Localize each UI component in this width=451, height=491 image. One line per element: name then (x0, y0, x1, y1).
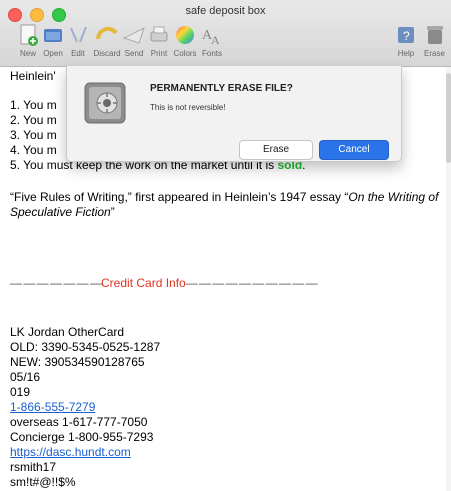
rule-line-2: 2. You m (10, 113, 57, 127)
title-bar: safe deposit box New Open Edit Discard S… (0, 0, 451, 67)
card-line-4: 05/16 (10, 370, 41, 384)
toolbar-fonts-label: Fonts (201, 49, 222, 58)
quote-paragraph: “Five Rules of Writing,” first appeared … (10, 190, 440, 220)
erase-icon (426, 26, 443, 44)
web-link[interactable]: https://dasc.hundt.com (10, 445, 131, 459)
toolbar-erase-button[interactable]: Erase (418, 22, 451, 58)
rule-line-3: 3. You m (10, 128, 57, 142)
scrollbar-thumb[interactable] (446, 73, 451, 163)
web-link-line: https://dasc.hundt.com (10, 445, 131, 460)
toolbar-fonts-button[interactable]: AA Fonts (194, 22, 230, 58)
fonts-icon: AA (202, 28, 220, 47)
rule-line-4: 4. You m (10, 143, 57, 157)
cancel-button[interactable]: Cancel (319, 140, 389, 160)
quote-text: “Five Rules of Writing,” first appeared … (10, 190, 349, 204)
svg-text:?: ? (403, 29, 410, 43)
contact-line-1: overseas 1-617-777-7050 (10, 415, 148, 429)
dialog-message: This is not reversible! (150, 103, 226, 112)
card-line-3: NEW: 390534590128765 (10, 355, 145, 369)
credit-card-label: Credit Card Info (101, 276, 186, 290)
contact-line-2: Concierge 1-800-955-7293 (10, 430, 154, 444)
phone-link-line: 1-866-555-7279 (10, 400, 95, 415)
window-title: safe deposit box (185, 5, 266, 17)
phone-link[interactable]: 1-866-555-7279 (10, 400, 95, 414)
erase-confirm-dialog: PERMANENTLY ERASE FILE? This is not reve… (66, 66, 402, 162)
credit-card-heading: — — — — — — —Credit Card Info— — — — — —… (10, 276, 318, 291)
vertical-scrollbar[interactable] (446, 67, 451, 491)
password-line: sm!t#@!!$% (10, 475, 76, 489)
safe-icon (84, 82, 126, 124)
card-line-2: OLD: 3390-5345-0525-1287 (10, 340, 161, 354)
toolbar-erase-label: Erase (424, 49, 445, 58)
quote-close: ” (110, 205, 115, 219)
document-heading: Heinlein' (10, 69, 56, 83)
erase-button[interactable]: Erase (239, 140, 313, 160)
help-icon: ? (398, 27, 414, 43)
dashes-left: — — — — — — — (10, 276, 102, 290)
card-line-1: LK Jordan OtherCard (10, 325, 125, 339)
edit-icon (70, 26, 87, 43)
document-window: safe deposit box New Open Edit Discard S… (0, 0, 451, 491)
dashes-right: — — — — — — — — — — (185, 276, 318, 290)
dialog-title: PERMANENTLY ERASE FILE? (150, 83, 293, 94)
username-line: rsmith17 (10, 460, 57, 474)
card-line-5: 019 (10, 385, 31, 399)
rule-line-1: 1. You m (10, 98, 57, 112)
svg-text:A: A (211, 33, 220, 47)
